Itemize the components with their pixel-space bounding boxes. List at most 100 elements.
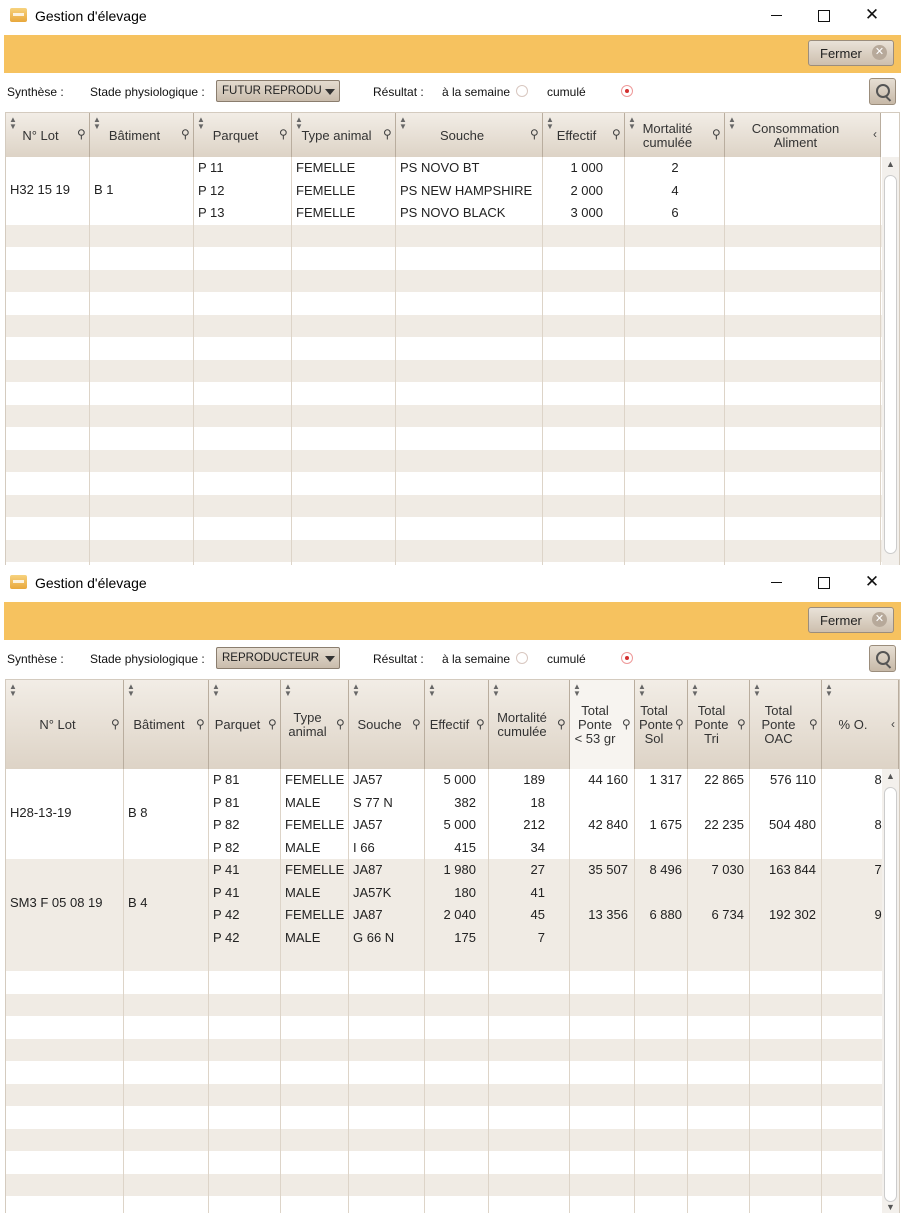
sort-icon[interactable]: ▲ ▼ [691,683,699,698]
sort-icon[interactable]: ▲ ▼ [399,116,407,131]
cumule-radio[interactable] [621,652,633,664]
maximize-button[interactable] [801,0,847,32]
vertical-scrollbar[interactable]: ▲ [882,157,899,565]
sort-icon[interactable]: ▲ ▼ [9,683,17,698]
parquet-cell: P 42 [213,907,240,922]
sort-icon[interactable]: ▲ ▼ [9,116,17,131]
search-button[interactable] [869,78,896,105]
column-search-icon[interactable]: ⚲ [809,717,818,731]
synthese-label: Synthèse : [7,85,64,99]
column-divider [542,113,543,565]
a-la-semaine-radio[interactable] [516,85,528,97]
scrollbar-thumb[interactable] [884,175,897,554]
column-header[interactable]: ▲ ▼ Mortalité cumulée ⚲ [625,113,725,157]
sort-icon[interactable]: ▲ ▼ [428,683,436,698]
column-search-icon[interactable]: ⚲ [675,717,684,731]
column-header[interactable]: ▲ ▼ Bâtiment ⚲ [124,680,209,769]
column-search-icon[interactable]: ⚲ [712,127,721,141]
sort-icon[interactable]: ▲ ▼ [546,116,554,131]
search-button[interactable] [869,645,896,672]
scroll-down-icon[interactable]: ▼ [886,1202,895,1212]
scroll-up-icon[interactable]: ▲ [886,771,895,781]
column-search-icon[interactable]: ⚲ [268,717,277,731]
column-header[interactable]: ▲ ▼ Bâtiment ⚲ [90,113,194,157]
column-search-icon[interactable]: › [873,127,877,141]
column-header[interactable]: ▲ ▼ Total Ponte Tri ⚲ [688,680,750,769]
minimize-button[interactable] [753,0,799,32]
column-header[interactable]: ▲ ▼ % O. › [822,680,899,769]
column-search-icon[interactable]: ⚲ [622,717,631,731]
sort-icon[interactable]: ▲ ▼ [352,683,360,698]
scroll-up-icon[interactable]: ▲ [886,159,895,169]
sort-icon[interactable]: ▲ ▼ [492,683,500,698]
column-search-icon[interactable]: ⚲ [557,717,566,731]
column-search-icon[interactable]: ⚲ [530,127,539,141]
column-search-icon[interactable]: ⚲ [412,717,421,731]
cumule-radio[interactable] [621,85,633,97]
close-button[interactable]: ✕ [849,567,895,599]
table-row [6,1174,882,1196]
table-row [6,562,882,565]
column-header[interactable]: ▲ ▼ Effectif ⚲ [543,113,625,157]
data-table: ▲ ▼ N° Lot ⚲ ▲ ▼ Bâtiment ⚲ ▲ ▼ Parquet ⚲ ▲ ▼ Type… [5,112,900,565]
cumule-label: cumulé [547,652,586,666]
stade-select[interactable]: FUTUR REPRODUC [216,80,340,102]
column-header[interactable]: ▲ ▼ Type animal ⚲ [281,680,349,769]
maximize-icon [818,9,830,22]
column-header[interactable]: ▲ ▼ Mortalité cumulée ⚲ [489,680,570,769]
column-header[interactable]: ▲ ▼ N° Lot ⚲ [6,680,124,769]
column-search-icon[interactable]: ⚲ [196,717,205,731]
column-search-icon[interactable]: ⚲ [612,127,621,141]
column-header[interactable]: ▲ ▼ N° Lot ⚲ [6,113,90,157]
column-search-icon[interactable]: ⚲ [181,127,190,141]
vertical-scrollbar[interactable]: ▲ ▼ [882,769,899,1213]
mortalite-cell: 45 [530,907,545,922]
column-search-icon[interactable]: ⚲ [476,717,485,731]
sol-cell: 6 880 [649,907,682,922]
column-search-icon[interactable]: ⚲ [111,717,120,731]
column-search-icon[interactable]: ⚲ [279,127,288,141]
scrollbar-thumb[interactable] [884,787,897,1202]
filter-bar: Synthèse : Stade physiologique : REPRODU… [0,640,905,677]
stade-select[interactable]: REPRODUCTEUR [216,647,340,669]
sort-icon[interactable]: ▲ ▼ [638,683,646,698]
lot-cell: H28-13-19 [10,805,72,820]
column-header-label: Bâtiment [108,128,161,143]
fermer-button[interactable]: Fermer ✕ [808,607,894,633]
column-search-icon[interactable]: ⚲ [336,717,345,731]
maximize-button[interactable] [801,567,847,599]
column-header[interactable]: ▲ ▼ Consommation Aliment › [725,113,881,157]
column-search-icon[interactable]: ⚲ [77,127,86,141]
column-header[interactable]: ▲ ▼ Effectif ⚲ [425,680,489,769]
column-header[interactable]: ▲ ▼ Type animal ⚲ [292,113,396,157]
column-header-label: N° Lot [22,128,59,143]
column-header[interactable]: ▲ ▼ Souche ⚲ [396,113,543,157]
batiment-cell: B 4 [128,895,148,910]
column-search-icon[interactable]: › [891,717,895,731]
sort-icon[interactable]: ▲ ▼ [753,683,761,698]
fermer-button[interactable]: Fermer ✕ [808,40,894,66]
column-header[interactable]: ▲ ▼ Total Ponte Sol ⚲ [635,680,688,769]
sort-icon[interactable]: ▲ ▼ [573,683,581,698]
mortalite-cell: 2 [671,160,679,175]
sort-icon[interactable]: ▲ ▼ [284,683,292,698]
column-search-icon[interactable]: ⚲ [737,717,746,731]
effectif-cell: 2 040 [443,907,476,922]
column-header[interactable]: ▲ ▼ Total Ponte < 53 gr ⚲ [570,680,635,769]
sort-icon[interactable]: ▲ ▼ [197,116,205,131]
sort-icon[interactable]: ▲ ▼ [825,683,833,698]
sort-icon[interactable]: ▲ ▼ [93,116,101,131]
a-la-semaine-radio[interactable] [516,652,528,664]
mortalite-cell: 27 [530,862,545,877]
column-header-label: % O. [838,717,868,732]
column-header[interactable]: ▲ ▼ Parquet ⚲ [209,680,281,769]
parquet-cell: P 81 [213,772,240,787]
column-header[interactable]: ▲ ▼ Total Ponte OAC ⚲ [750,680,822,769]
column-search-icon[interactable]: ⚲ [383,127,392,141]
close-button[interactable]: ✕ [849,0,895,32]
minimize-button[interactable] [753,567,799,599]
column-header[interactable]: ▲ ▼ Souche ⚲ [349,680,425,769]
sort-icon[interactable]: ▲ ▼ [127,683,135,698]
column-header[interactable]: ▲ ▼ Parquet ⚲ [194,113,292,157]
sort-icon[interactable]: ▲ ▼ [212,683,220,698]
